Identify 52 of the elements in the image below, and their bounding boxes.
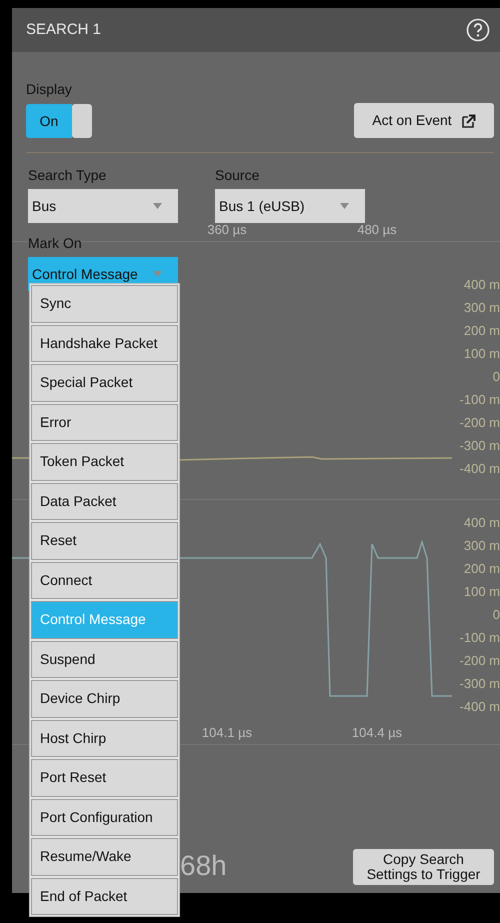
help-icon[interactable] <box>466 18 490 42</box>
axis-label: 200 m <box>464 562 500 576</box>
menu-option[interactable]: Error <box>31 404 178 441</box>
panel-title: SEARCH 1 <box>26 20 102 40</box>
axis-label: -100 m <box>460 393 500 407</box>
menu-option[interactable]: Port Configuration <box>31 798 178 836</box>
field-label: Source <box>215 166 260 185</box>
axis-label: 400 m <box>464 516 500 530</box>
menu-option[interactable]: Port Reset <box>31 759 178 796</box>
menu-option[interactable]: Token Packet <box>31 443 178 480</box>
axis-label: 300 m <box>464 301 500 315</box>
field-label: Search Type <box>28 166 108 185</box>
act-on-event-button[interactable]: Act on Event <box>354 103 494 138</box>
menu-option[interactable]: Data Packet <box>31 482 178 520</box>
axis-label: -300 m <box>460 439 500 453</box>
menu-option[interactable]: Host Chirp <box>31 720 178 757</box>
menu-option[interactable]: Resume/Wake <box>31 838 178 876</box>
time-label: 104.4 µs <box>352 724 402 742</box>
readout-text: 68h <box>180 849 227 883</box>
axis-label: -200 m <box>460 654 500 668</box>
caret-icon <box>153 203 162 209</box>
time-label: 104.1 µs <box>202 724 252 742</box>
menu-option[interactable]: Reset <box>31 522 178 560</box>
menu-option[interactable]: Device Chirp <box>31 680 178 718</box>
axis-label: 0 <box>492 608 500 622</box>
menu-option[interactable]: End of Packet <box>31 878 178 915</box>
time-label: 480 µs <box>357 220 397 239</box>
axis-label: -200 m <box>460 416 500 430</box>
menu-option[interactable]: Special Packet <box>31 364 178 402</box>
axis-label: -400 m <box>460 462 500 476</box>
source-dropdown[interactable]: Bus 1 (eUSB) <box>215 189 365 223</box>
search-type-dropdown[interactable]: Bus <box>28 189 178 223</box>
axis-label: -100 m <box>460 631 500 645</box>
axis-label: -300 m <box>460 677 500 691</box>
axis-label: 400 m <box>464 278 500 292</box>
time-label: 360 µs <box>207 220 247 239</box>
caret-icon <box>153 271 162 277</box>
axis-label: 0 <box>492 370 500 384</box>
menu-option[interactable]: Sync <box>31 285 178 322</box>
caret-icon <box>340 203 349 209</box>
external-link-icon <box>462 114 476 128</box>
field-label: Display <box>26 80 73 99</box>
menu-option[interactable]: Handshake Packet <box>31 324 178 362</box>
field-label: Mark On <box>28 234 83 253</box>
axis-label: 100 m <box>464 347 500 361</box>
axis-label: -400 m <box>460 700 500 714</box>
menu-option[interactable]: Suspend <box>31 640 178 678</box>
axis-label: 200 m <box>464 324 500 338</box>
axis-label: 100 m <box>464 585 500 599</box>
copy-settings-button[interactable]: Copy Search Settings to Trigger <box>353 849 494 885</box>
menu-option[interactable]: Connect <box>31 562 178 599</box>
axis-label: 300 m <box>464 539 500 553</box>
